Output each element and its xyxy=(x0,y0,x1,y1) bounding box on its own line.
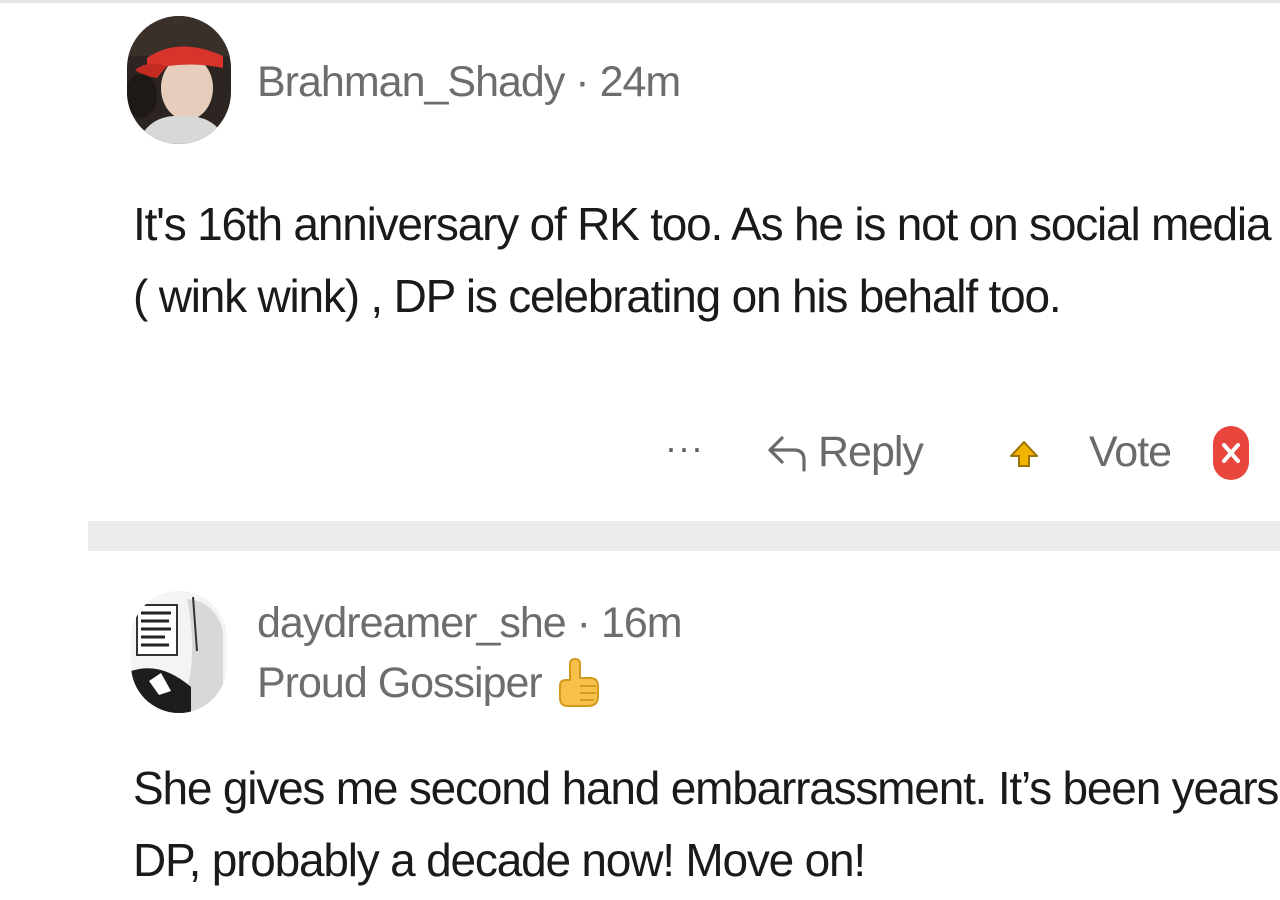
timestamp: 16m xyxy=(600,599,683,647)
upvote-icon[interactable] xyxy=(1007,438,1041,472)
comment-body: It's 16th anniversary of RK too. As he i… xyxy=(133,198,1272,322)
author-name[interactable]: daydreamer_she xyxy=(257,599,567,647)
user-flair: Proud Gossiper xyxy=(257,656,602,710)
meta-separator: · xyxy=(575,58,589,106)
flair-label: Proud Gossiper xyxy=(257,659,543,707)
comment-thread: Brahman_Shady · 24m It's 16th anniversar… xyxy=(0,0,1280,900)
comment-actions: ··· Reply Vote xyxy=(0,420,1280,484)
comment-divider xyxy=(88,521,1280,551)
reply-button[interactable]: Reply xyxy=(764,420,924,484)
comment-meta: Brahman_Shady · 24m xyxy=(257,56,682,108)
avatar[interactable] xyxy=(131,591,227,713)
author-name[interactable]: Brahman_Shady xyxy=(257,58,565,106)
top-rule xyxy=(0,0,1280,3)
comment-body: She gives me second hand embarrassment. … xyxy=(133,762,1279,886)
more-options-button[interactable]: ··· xyxy=(665,428,704,468)
reply-label: Reply xyxy=(818,427,924,476)
timestamp: 24m xyxy=(599,58,682,106)
vote-label: Vote xyxy=(1089,428,1172,476)
reply-arrow-icon xyxy=(768,436,806,472)
downvote-icon[interactable] xyxy=(1212,425,1250,481)
meta-separator: · xyxy=(576,599,591,647)
hand-pointing-emoji-icon xyxy=(558,658,599,707)
avatar[interactable] xyxy=(127,16,231,144)
user-avatar-icon xyxy=(131,591,227,713)
user-avatar-icon xyxy=(127,16,231,144)
comment-meta: daydreamer_she · 16m xyxy=(257,597,683,649)
